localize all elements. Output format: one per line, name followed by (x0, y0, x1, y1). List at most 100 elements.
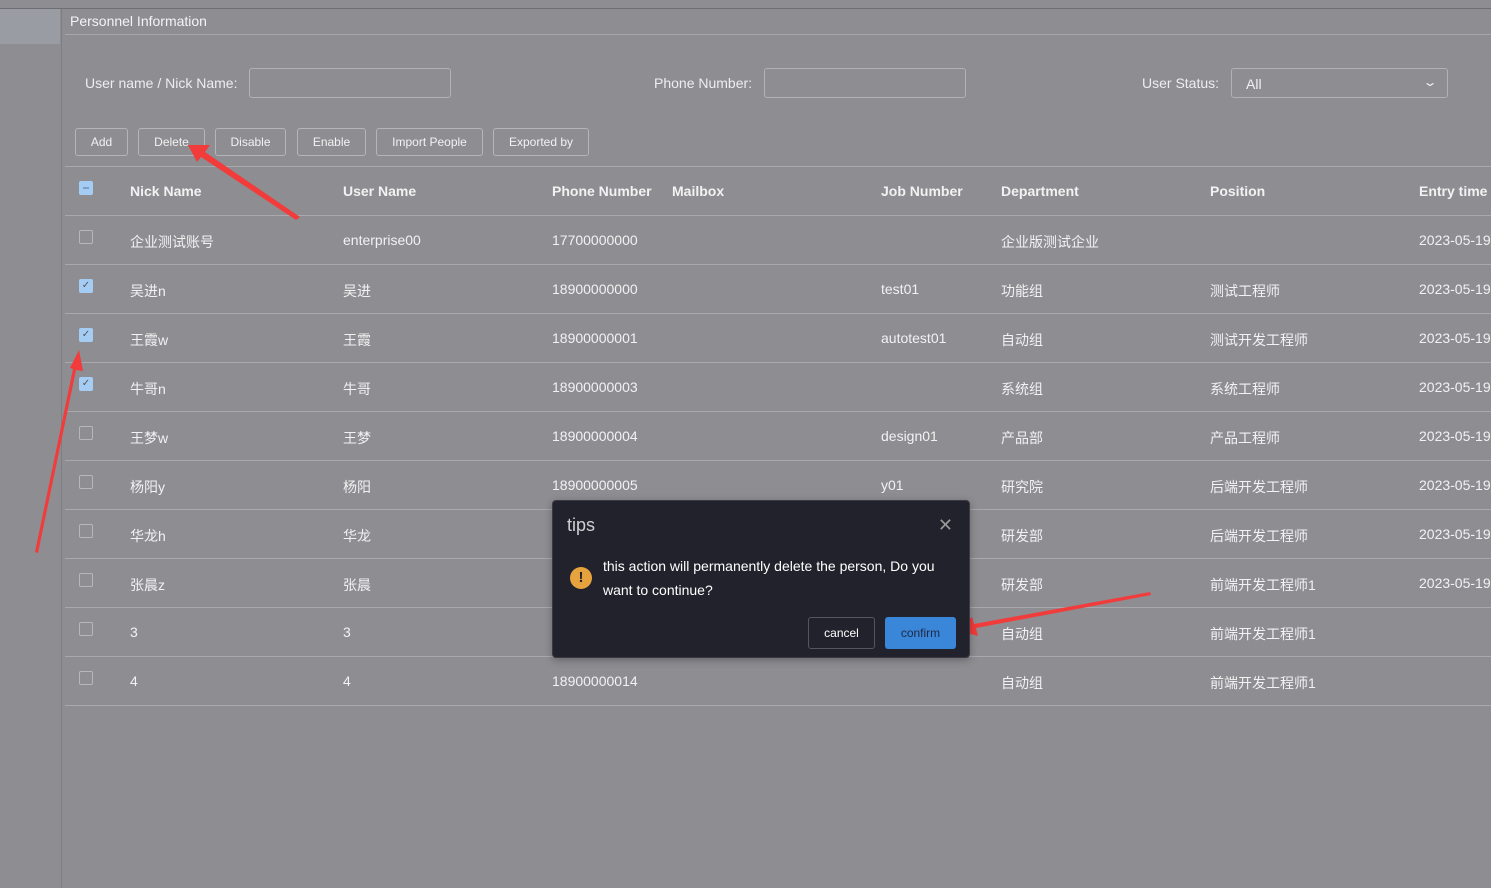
column-header[interactable]: Position (1210, 183, 1265, 199)
row-checkbox[interactable] (79, 230, 93, 244)
confirm-button[interactable]: confirm (885, 617, 956, 649)
table-cell: 系统组 (1001, 381, 1043, 397)
arrow-to-confirm (956, 592, 1151, 636)
sidebar-item-active[interactable] (0, 9, 60, 44)
sidebar (0, 9, 62, 888)
table-cell: 前端开发工程师1 (1210, 626, 1316, 642)
username-input[interactable] (249, 68, 451, 98)
table-cell: 测试工程师 (1210, 283, 1280, 299)
toolbar-button-disable[interactable]: Disable (215, 128, 286, 156)
phone-label: Phone Number: (654, 75, 753, 91)
username-label: User name / Nick Name: (85, 75, 238, 91)
table-cell: 华龙 (343, 528, 371, 544)
row-checkbox[interactable] (79, 475, 93, 489)
toolbar-button-exported-by[interactable]: Exported by (493, 128, 589, 156)
arrow-to-delete (188, 145, 300, 220)
column-header[interactable]: Job Number (881, 183, 963, 199)
divider (65, 705, 1491, 706)
table-cell: 王霞w (130, 332, 169, 348)
table-cell: test01 (881, 281, 920, 297)
dialog-message: this action will permanently delete the … (603, 558, 935, 598)
table-cell: 产品工程师 (1210, 430, 1280, 446)
phone-input[interactable] (764, 68, 966, 98)
table-cell: 自动组 (1001, 675, 1043, 691)
table-cell: 18900000000 (552, 281, 638, 297)
table-cell: 2023-05-19 (1419, 428, 1491, 444)
table-cell: 系统工程师 (1210, 381, 1280, 397)
table-cell: autotest01 (881, 330, 947, 346)
table-cell: 18900000014 (552, 673, 638, 689)
table-cell: 2023-05-19 (1419, 232, 1491, 248)
select-all-checkbox[interactable] (79, 181, 93, 195)
table-cell: 2023-05-19 (1419, 477, 1491, 493)
column-header[interactable]: User Name (343, 183, 416, 199)
divider (65, 215, 1491, 216)
warning-icon: ! (570, 567, 592, 589)
column-header[interactable]: Mailbox (672, 183, 724, 199)
toolbar-button-add[interactable]: Add (75, 128, 128, 156)
chevron-down-icon: ⌄ (1422, 75, 1438, 89)
table-cell: 牛哥n (130, 381, 166, 397)
column-header[interactable]: Department (1001, 183, 1079, 199)
table-cell: y01 (881, 477, 904, 493)
table-cell: 牛哥 (343, 381, 371, 397)
table-cell: 18900000004 (552, 428, 638, 444)
table-cell: 研发部 (1001, 577, 1043, 593)
row-checkbox[interactable]: ✓ (79, 377, 93, 391)
row-checkbox[interactable] (79, 671, 93, 685)
toolbar-button-import-people[interactable]: Import People (376, 128, 483, 156)
table-cell: 2023-05-19 (1419, 526, 1491, 542)
cancel-button[interactable]: cancel (808, 617, 875, 649)
row-checkbox[interactable] (79, 622, 93, 636)
top-border (0, 8, 1491, 9)
table-cell: 后端开发工程师 (1210, 479, 1308, 495)
close-icon[interactable]: ✕ (938, 515, 953, 536)
table-cell: 自动组 (1001, 626, 1043, 642)
table-cell: 4 (130, 673, 138, 689)
table-cell: 张晨 (343, 577, 371, 593)
status-value: All (1246, 76, 1262, 92)
table-cell: 企业版测试企业 (1001, 234, 1099, 250)
toolbar-button-delete[interactable]: Delete (138, 128, 205, 156)
table-cell: 前端开发工程师1 (1210, 675, 1316, 691)
column-header[interactable]: Nick Name (130, 183, 202, 199)
table-cell: 测试开发工程师 (1210, 332, 1308, 348)
row-checkbox[interactable] (79, 524, 93, 538)
table-cell: 产品部 (1001, 430, 1043, 446)
table-cell: 研发部 (1001, 528, 1043, 544)
table-cell: 张晨z (130, 577, 165, 593)
table-cell: 吴进 (343, 283, 371, 299)
table-cell: enterprise00 (343, 232, 421, 248)
table-cell: 2023-05-19 (1419, 379, 1491, 395)
table-cell: 华龙h (130, 528, 166, 544)
table-cell: 2023-05-19 (1419, 281, 1491, 297)
table-cell: 吴进n (130, 283, 166, 299)
table-cell: 前端开发工程师1 (1210, 577, 1316, 593)
table-cell: 功能组 (1001, 283, 1043, 299)
column-header[interactable]: Entry time (1419, 183, 1487, 199)
table-cell: 17700000000 (552, 232, 638, 248)
table-cell: 2023-05-19 (1419, 575, 1491, 591)
divider (65, 166, 1491, 167)
divider (65, 264, 1491, 265)
divider (65, 313, 1491, 314)
table-cell: 杨阳 (343, 479, 371, 495)
column-header[interactable]: Phone Number (552, 183, 652, 199)
divider (65, 362, 1491, 363)
row-checkbox[interactable] (79, 573, 93, 587)
table-cell: 2023-05-19 (1419, 330, 1491, 346)
table-cell: 企业测试账号 (130, 234, 214, 250)
row-checkbox[interactable]: ✓ (79, 328, 93, 342)
row-checkbox[interactable]: ✓ (79, 279, 93, 293)
table-cell: 王霞 (343, 332, 371, 348)
table-cell: 杨阳y (130, 479, 165, 495)
divider (65, 460, 1491, 461)
toolbar-button-enable[interactable]: Enable (297, 128, 366, 156)
table-cell: design01 (881, 428, 938, 444)
table-cell: 18900000005 (552, 477, 638, 493)
table-cell: 18900000001 (552, 330, 638, 346)
table-cell: 王梦 (343, 430, 371, 446)
row-checkbox[interactable] (79, 426, 93, 440)
confirm-dialog: tips ✕ ! this action will permanently de… (552, 500, 970, 658)
status-select[interactable]: All ⌄ (1231, 68, 1448, 98)
